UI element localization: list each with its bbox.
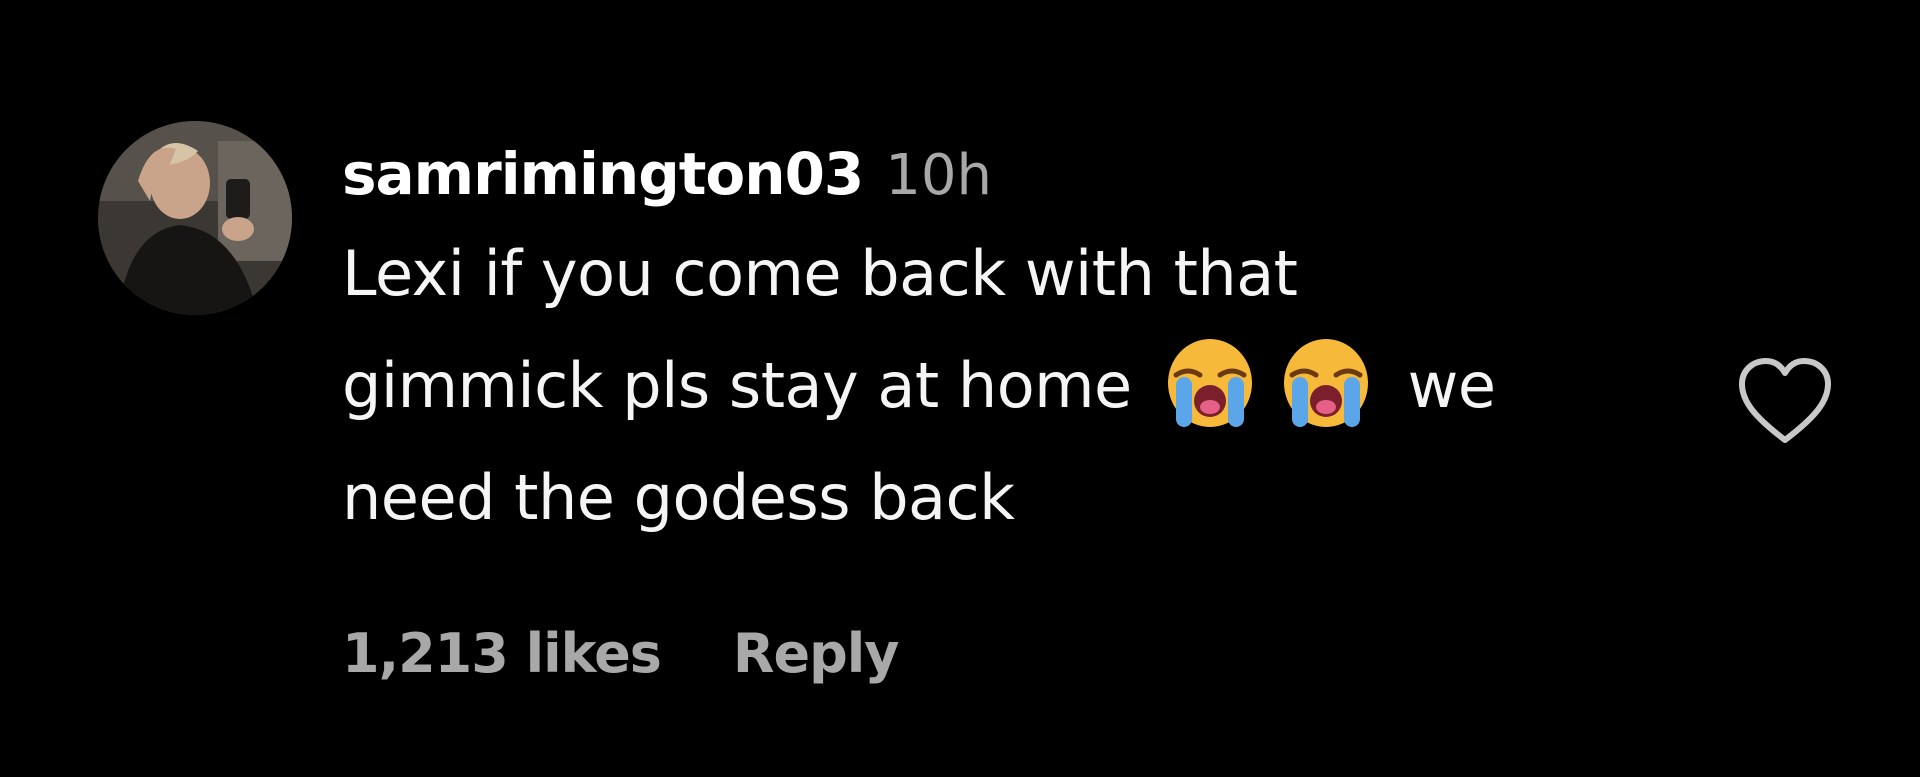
comment-timestamp[interactable]: 10h bbox=[885, 143, 992, 208]
comment-text-segment: we bbox=[1407, 349, 1496, 422]
comment-text: Lexi if you come back with that gimmick … bbox=[342, 218, 1762, 554]
loudly-crying-face-icon bbox=[1282, 337, 1370, 429]
comment-content: samrimington03 10h Lexi if you come back… bbox=[342, 140, 1762, 554]
reply-button[interactable]: Reply bbox=[733, 622, 900, 685]
loudly-crying-face-icon bbox=[1166, 337, 1254, 429]
comment-text-line: need the godess back bbox=[342, 461, 1015, 534]
comment-footer: 1,213 likes Reply bbox=[342, 622, 900, 685]
comment-text-segment: gimmick pls stay at home bbox=[342, 349, 1132, 422]
comment-header: samrimington03 10h bbox=[342, 140, 1762, 218]
comment-card: samrimington03 10h Lexi if you come back… bbox=[0, 0, 1920, 777]
username-link[interactable]: samrimington03 bbox=[342, 140, 864, 208]
comment-text-line: Lexi if you come back with that bbox=[342, 237, 1298, 310]
heart-outline-icon[interactable] bbox=[1736, 356, 1834, 448]
comment-text-line: gimmick pls stay at home we bbox=[342, 330, 1762, 442]
avatar-photo bbox=[98, 121, 292, 315]
likes-count[interactable]: 1,213 likes bbox=[342, 622, 662, 685]
avatar[interactable] bbox=[98, 121, 292, 315]
